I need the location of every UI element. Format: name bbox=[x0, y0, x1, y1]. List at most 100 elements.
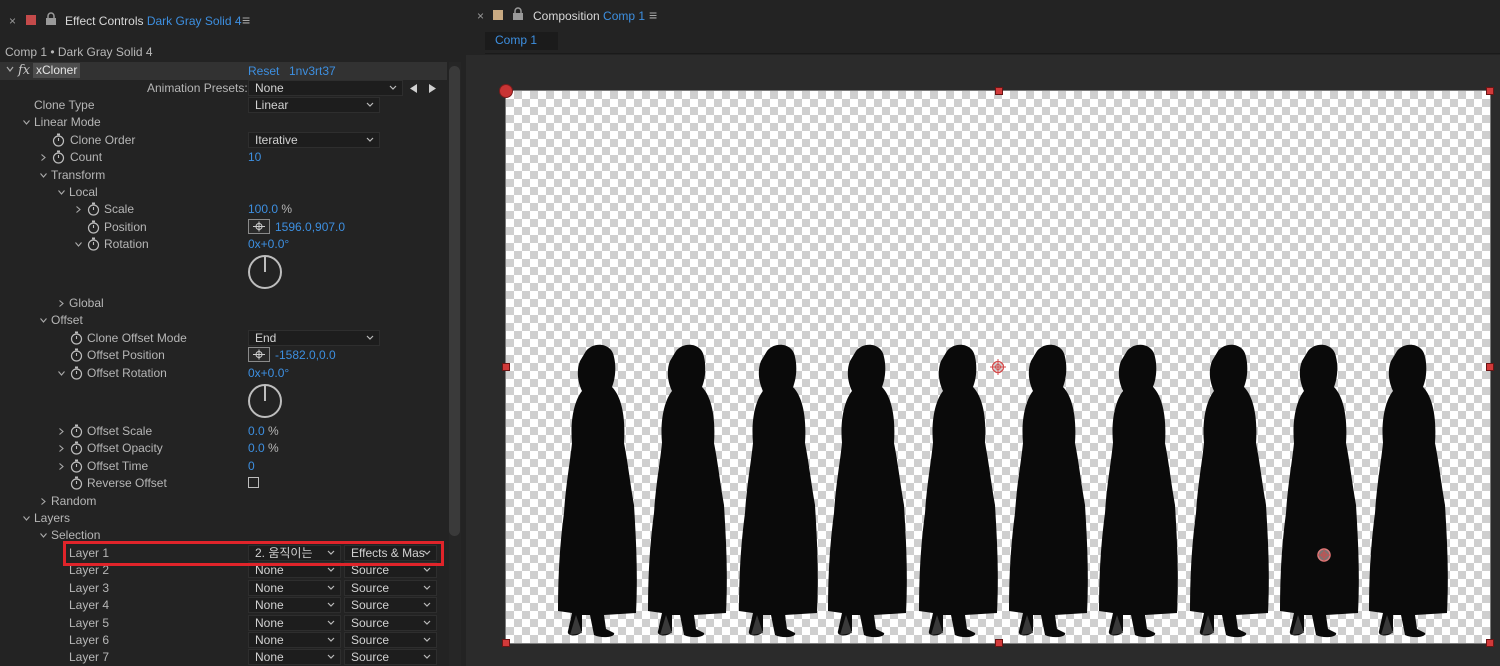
stopwatch-icon[interactable] bbox=[70, 459, 83, 473]
stopwatch-icon[interactable] bbox=[70, 424, 83, 438]
layer-select-dropdown[interactable]: None bbox=[248, 580, 341, 596]
twirl-closed-icon[interactable] bbox=[58, 463, 65, 470]
panel-menu-icon[interactable]: ≡ bbox=[242, 12, 250, 28]
twirl-closed-icon[interactable] bbox=[40, 154, 47, 161]
previous-preset-icon[interactable] bbox=[410, 84, 418, 93]
transform-handle[interactable] bbox=[502, 639, 510, 647]
offset-group[interactable]: Offset bbox=[0, 312, 447, 329]
stopwatch-icon[interactable] bbox=[70, 366, 83, 380]
layers-group[interactable]: Layers bbox=[0, 510, 447, 527]
layer-source-dropdown[interactable]: Source bbox=[344, 580, 437, 596]
global-group[interactable]: Global bbox=[0, 295, 447, 312]
close-composition-icon[interactable]: × bbox=[477, 9, 484, 23]
transform-handle[interactable] bbox=[995, 87, 1003, 95]
rotation-value[interactable]: 0x+0.0° bbox=[248, 237, 289, 251]
stopwatch-icon[interactable] bbox=[70, 331, 83, 345]
layer-source-dropdown[interactable]: Source bbox=[344, 649, 437, 665]
twirl-open-icon[interactable] bbox=[58, 370, 65, 377]
twirl-closed-icon[interactable] bbox=[75, 206, 82, 213]
twirl-open-icon[interactable] bbox=[75, 241, 82, 248]
random-group[interactable]: Random bbox=[0, 493, 447, 510]
count-row: Count 10 bbox=[0, 149, 447, 166]
count-value[interactable]: 10 bbox=[248, 150, 261, 164]
scale-value[interactable]: 100.0 % bbox=[248, 202, 292, 216]
composition-tab-title[interactable]: Composition Comp 1 bbox=[533, 9, 645, 23]
transform-handle[interactable] bbox=[1486, 639, 1494, 647]
next-preset-icon[interactable] bbox=[428, 84, 436, 93]
stopwatch-icon[interactable] bbox=[70, 348, 83, 362]
twirl-open-icon[interactable] bbox=[40, 172, 47, 179]
stopwatch-icon[interactable] bbox=[70, 441, 83, 455]
effect-name-label[interactable]: xCloner bbox=[33, 63, 81, 78]
twirl-open-icon[interactable] bbox=[23, 119, 30, 126]
stopwatch-icon[interactable] bbox=[87, 220, 100, 234]
fx-toggle-icon[interactable]: fx bbox=[18, 63, 30, 78]
clone-order-dropdown[interactable]: Iterative bbox=[248, 132, 380, 148]
stopwatch-icon[interactable] bbox=[87, 202, 100, 216]
twirl-open-icon[interactable] bbox=[40, 317, 47, 324]
twirl-closed-icon[interactable] bbox=[58, 445, 65, 452]
twirl-closed-icon[interactable] bbox=[58, 428, 65, 435]
linear-mode-group[interactable]: Linear Mode bbox=[0, 114, 447, 131]
position-label: Position bbox=[104, 220, 147, 234]
layer-select-dropdown[interactable]: None bbox=[248, 597, 341, 613]
lock-icon[interactable] bbox=[45, 12, 57, 26]
rotation-dial[interactable] bbox=[247, 254, 283, 290]
transform-handle[interactable] bbox=[995, 639, 1003, 647]
clone-offset-mode-label: Clone Offset Mode bbox=[87, 331, 187, 345]
scrollbar-thumb[interactable] bbox=[449, 66, 460, 536]
transform-handle[interactable] bbox=[1486, 87, 1494, 95]
target-crosshair-icon[interactable] bbox=[990, 359, 1006, 375]
clone-type-dropdown[interactable]: Linear bbox=[248, 97, 380, 113]
layer-select-dropdown[interactable]: None bbox=[248, 615, 341, 631]
reverse-offset-checkbox[interactable] bbox=[248, 477, 259, 488]
layer-source-dropdown[interactable]: Source bbox=[344, 632, 437, 648]
lock-icon[interactable] bbox=[512, 7, 524, 21]
transform-handle[interactable] bbox=[502, 363, 510, 371]
layer-select-dropdown[interactable]: None bbox=[248, 632, 341, 648]
transform-group[interactable]: Transform bbox=[0, 167, 447, 184]
close-panel-icon[interactable]: × bbox=[9, 14, 16, 28]
layer-source-dropdown[interactable]: Source bbox=[344, 597, 437, 613]
twirl-closed-icon[interactable] bbox=[58, 300, 65, 307]
position-value[interactable]: 1596.0,907.0 bbox=[275, 220, 345, 234]
offset-rotation-value[interactable]: 0x+0.0° bbox=[248, 366, 289, 380]
crosshair-point-icon[interactable] bbox=[248, 219, 270, 234]
offset-time-value[interactable]: 0 bbox=[248, 459, 255, 473]
offset-rotation-dial[interactable] bbox=[247, 383, 283, 419]
effect-collapse-chevron-icon[interactable] bbox=[6, 65, 14, 73]
twirl-open-icon[interactable] bbox=[23, 515, 30, 522]
reset-link[interactable]: Reset bbox=[248, 64, 279, 78]
panel-menu-icon[interactable]: ≡ bbox=[649, 7, 657, 23]
effect-controls-tab-prefix: Effect Controls bbox=[65, 14, 144, 28]
stopwatch-icon[interactable] bbox=[70, 476, 83, 490]
offset-label: Offset bbox=[51, 313, 83, 327]
crosshair-point-icon[interactable] bbox=[248, 347, 270, 362]
stopwatch-icon[interactable] bbox=[87, 237, 100, 251]
twirl-open-icon[interactable] bbox=[58, 189, 65, 196]
chevron-down-icon bbox=[327, 654, 335, 659]
offset-position-value[interactable]: -1582.0,0.0 bbox=[275, 348, 336, 362]
clone-figure bbox=[1007, 343, 1089, 639]
transform-handle[interactable] bbox=[1486, 363, 1494, 371]
composition-subtab[interactable]: Comp 1 bbox=[485, 32, 558, 50]
chevron-down-icon bbox=[327, 585, 335, 590]
twirl-open-icon[interactable] bbox=[40, 532, 47, 539]
local-group[interactable]: Local bbox=[0, 184, 447, 201]
stopwatch-icon[interactable] bbox=[52, 133, 65, 147]
twirl-closed-icon[interactable] bbox=[40, 498, 47, 505]
effect-title-row[interactable]: fx xCloner Reset 1nv3rt37 bbox=[0, 62, 447, 80]
effect-controls-tab-title[interactable]: Effect Controls Dark Gray Solid 4 bbox=[65, 14, 242, 28]
offset-scale-value[interactable]: 0.0 % bbox=[248, 424, 279, 438]
target-crosshair-icon[interactable] bbox=[1316, 547, 1332, 563]
animation-presets-dropdown[interactable]: None bbox=[248, 80, 403, 96]
chevron-down-icon bbox=[423, 585, 431, 590]
clone-offset-mode-dropdown[interactable]: End bbox=[248, 330, 380, 346]
corner-anchor-handle[interactable] bbox=[499, 84, 513, 98]
offset-opacity-value[interactable]: 0.0 % bbox=[248, 441, 279, 455]
about-link[interactable]: 1nv3rt37 bbox=[289, 64, 336, 78]
layer-select-dropdown[interactable]: None bbox=[248, 649, 341, 665]
stopwatch-icon[interactable] bbox=[52, 150, 65, 164]
layer-source-dropdown[interactable]: Source bbox=[344, 615, 437, 631]
layer-source-value: Source bbox=[351, 581, 390, 595]
